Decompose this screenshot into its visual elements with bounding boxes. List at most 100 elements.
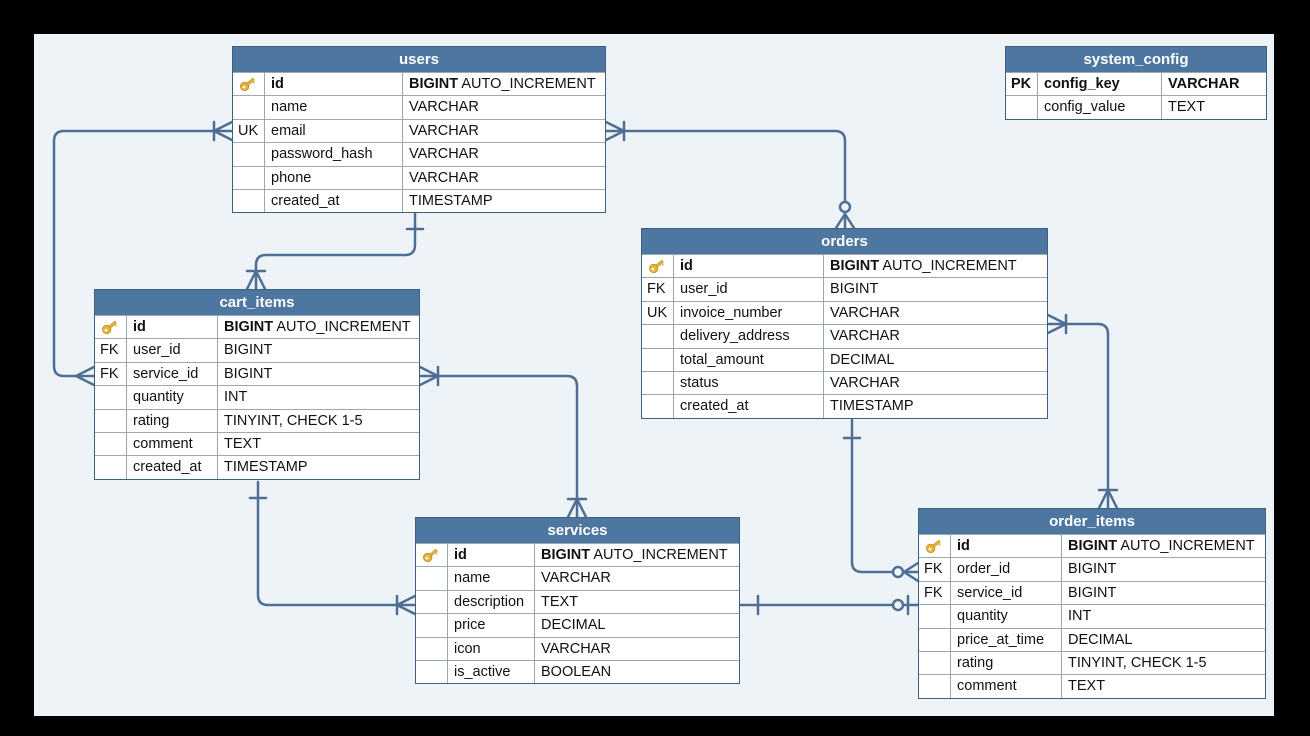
- column-type: BIGINT: [224, 365, 273, 382]
- column-type: VARCHAR: [409, 146, 479, 163]
- column-key: [642, 348, 674, 371]
- cart-items-table[interactable]: cart_items id BIGINT AUTO_INCREMENT FK user…: [94, 289, 420, 480]
- table-row[interactable]: FK user_id BIGINT: [642, 277, 1047, 301]
- table-row[interactable]: quantity INT: [95, 385, 419, 409]
- column-name: rating: [127, 409, 218, 432]
- column-name: user_id: [127, 339, 218, 362]
- table-row[interactable]: comment TEXT: [919, 674, 1265, 698]
- column-name: config_value: [1038, 96, 1162, 119]
- table-row[interactable]: quantity INT: [919, 604, 1265, 628]
- table-row[interactable]: rating TINYINT, CHECK 1-5: [919, 650, 1265, 675]
- column-key: [233, 73, 265, 96]
- column-key: [416, 567, 448, 590]
- column-key: [642, 255, 674, 278]
- column-key: [416, 614, 448, 637]
- table-row[interactable]: id BIGINT AUTO_INCREMENT: [642, 254, 1047, 278]
- table-row[interactable]: config_value TEXT: [1006, 95, 1266, 119]
- column-type: BIGINT AUTO_INCREMENT: [535, 544, 739, 566]
- column-type-modifier: AUTO_INCREMENT: [1117, 538, 1255, 554]
- table-title: system_config: [1006, 47, 1266, 72]
- column-key: [233, 96, 265, 119]
- table-row[interactable]: phone VARCHAR: [233, 165, 605, 189]
- services-table[interactable]: services id BIGINT AUTO_INCREMENT name VARC…: [415, 517, 740, 685]
- column-key: [642, 371, 674, 395]
- column-key: [416, 590, 448, 614]
- table-row[interactable]: icon VARCHAR: [416, 636, 739, 660]
- key-icon: [423, 548, 438, 563]
- table-row[interactable]: price_at_time DECIMAL: [919, 627, 1265, 651]
- table-row[interactable]: name VARCHAR: [233, 95, 605, 119]
- column-key: PK: [1006, 73, 1038, 96]
- system-config-table[interactable]: system_config PK config_key VARCHAR config_…: [1005, 46, 1267, 120]
- table-row[interactable]: UK invoice_number VARCHAR: [642, 300, 1047, 325]
- column-name: user_id: [674, 278, 824, 301]
- column-name: description: [448, 590, 535, 614]
- rel-cart-services: [418, 374, 579, 519]
- column-type: TIMESTAMP: [224, 459, 308, 476]
- table-row[interactable]: password_hash VARCHAR: [233, 142, 605, 166]
- column-name: id: [448, 544, 535, 567]
- table-row[interactable]: created_at TIMESTAMP: [642, 394, 1047, 418]
- table-row[interactable]: description TEXT: [416, 589, 739, 614]
- column-type-primary: BIGINT: [1068, 538, 1118, 554]
- column-name: comment: [127, 432, 218, 456]
- column-name: id: [127, 316, 218, 339]
- column-type: BIGINT: [1068, 561, 1117, 578]
- table-row[interactable]: created_at TIMESTAMP: [233, 188, 605, 213]
- column-type: VARCHAR: [830, 328, 900, 345]
- table-title: users: [233, 47, 605, 72]
- rel-orders-orderitems-left: [850, 418, 920, 574]
- column-type-primary: BIGINT: [224, 319, 274, 335]
- column-name: is_active: [448, 660, 535, 684]
- column-key: [95, 432, 127, 456]
- column-name: created_at: [265, 189, 403, 213]
- key-icon: [240, 77, 255, 92]
- column-type: DECIMAL: [541, 617, 606, 634]
- column-type-modifier: AUTO_INCREMENT: [590, 547, 728, 563]
- column-key: [919, 535, 951, 558]
- column-type: INT: [224, 389, 248, 406]
- column-key: [95, 409, 127, 432]
- users-table[interactable]: users id BIGINT AUTO_INCREMENT name VARCHAR…: [232, 46, 606, 214]
- table-row[interactable]: id BIGINT AUTO_INCREMENT: [233, 72, 605, 96]
- table-row[interactable]: is_active BOOLEAN: [416, 659, 739, 684]
- column-type: VARCHAR: [409, 169, 479, 186]
- table-row[interactable]: FK service_id BIGINT: [95, 361, 419, 386]
- column-type: BOOLEAN: [541, 663, 612, 680]
- table-row[interactable]: FK order_id BIGINT: [919, 557, 1265, 581]
- table-row[interactable]: id BIGINT AUTO_INCREMENT: [95, 315, 419, 339]
- column-type: TEXT: [1068, 678, 1106, 695]
- table-row[interactable]: comment TEXT: [95, 431, 419, 456]
- column-name: price: [448, 614, 535, 637]
- order-items-table[interactable]: order_items id BIGINT AUTO_INCREMENT FK ord…: [918, 508, 1266, 699]
- table-row[interactable]: rating TINYINT, CHECK 1-5: [95, 408, 419, 432]
- column-key: [919, 628, 951, 651]
- table-row[interactable]: created_at TIMESTAMP: [95, 455, 419, 479]
- table-row[interactable]: price DECIMAL: [416, 613, 739, 637]
- column-key: [95, 456, 127, 479]
- column-name: service_id: [127, 362, 218, 386]
- table-row[interactable]: FK service_id BIGINT: [919, 580, 1265, 605]
- column-type: VARCHAR: [541, 570, 611, 587]
- table-row[interactable]: UK email VARCHAR: [233, 118, 605, 143]
- table-row[interactable]: name VARCHAR: [416, 566, 739, 590]
- orders-table[interactable]: orders id BIGINT AUTO_INCREMENT FK user_id B…: [641, 228, 1048, 419]
- table-row[interactable]: FK user_id BIGINT: [95, 338, 419, 362]
- column-type-primary: VARCHAR: [1168, 76, 1240, 92]
- column-type: VARCHAR: [541, 640, 611, 657]
- column-name: comment: [951, 675, 1062, 698]
- column-name: price_at_time: [951, 628, 1062, 651]
- table-row[interactable]: id BIGINT AUTO_INCREMENT: [416, 543, 739, 567]
- column-key: [233, 166, 265, 189]
- table-title: orders: [642, 229, 1047, 254]
- table-row[interactable]: PK config_key VARCHAR: [1006, 72, 1266, 96]
- zero-mark-icon: [891, 598, 905, 612]
- column-type-modifier: AUTO_INCREMENT: [879, 258, 1017, 274]
- table-row[interactable]: status VARCHAR: [642, 370, 1047, 395]
- column-key: UK: [642, 301, 674, 325]
- column-key: UK: [233, 119, 265, 143]
- rel-users-cart: [254, 210, 417, 291]
- table-row[interactable]: id BIGINT AUTO_INCREMENT: [919, 534, 1265, 558]
- table-row[interactable]: total_amount DECIMAL: [642, 347, 1047, 371]
- table-row[interactable]: delivery_address VARCHAR: [642, 324, 1047, 348]
